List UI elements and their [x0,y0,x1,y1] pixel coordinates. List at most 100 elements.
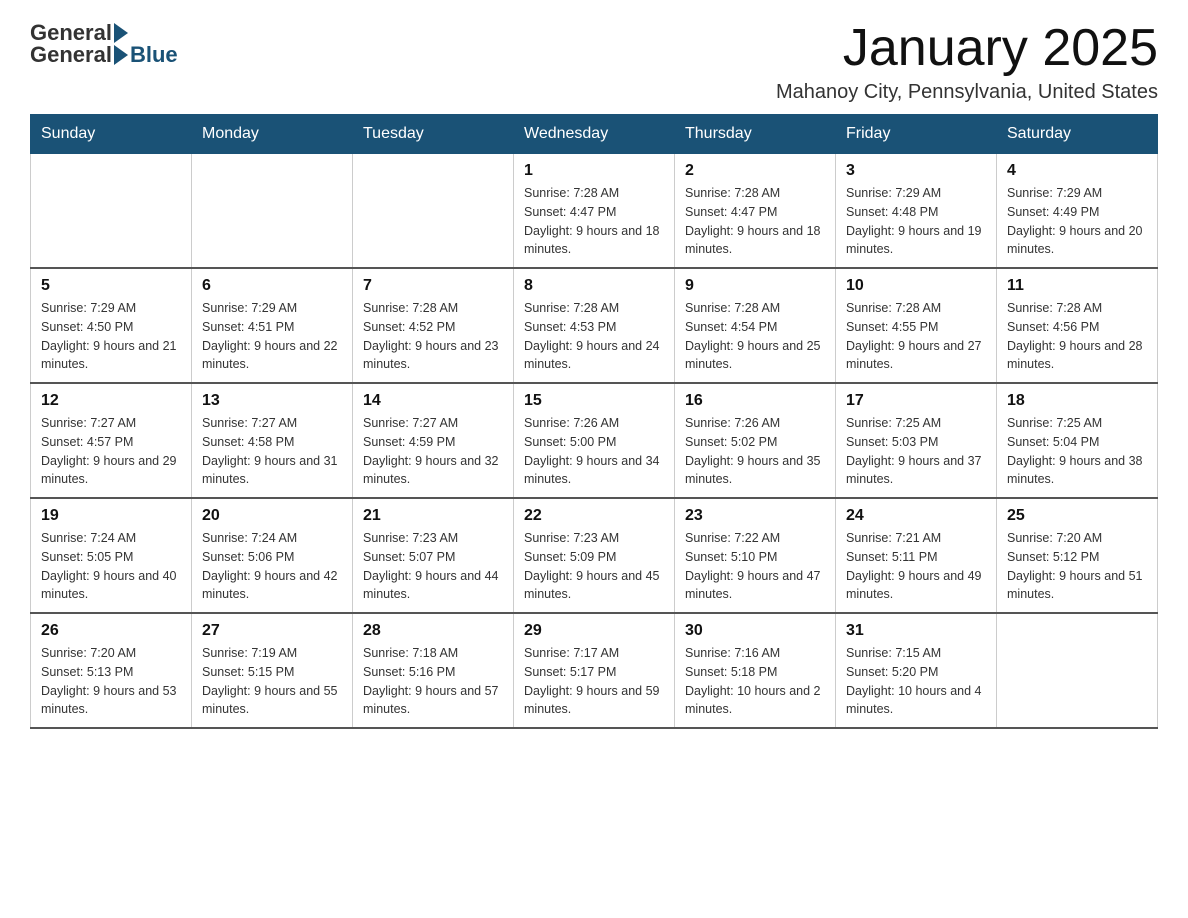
logo-blue-text: Blue [130,42,178,68]
day-info: Sunrise: 7:24 AM Sunset: 5:05 PM Dayligh… [41,529,181,604]
calendar-table: Sunday Monday Tuesday Wednesday Thursday… [30,114,1158,729]
day-info: Sunrise: 7:26 AM Sunset: 5:00 PM Dayligh… [524,414,664,489]
calendar-cell: 17 Sunrise: 7:25 AM Sunset: 5:03 PM Dayli… [836,383,997,498]
day-number: 1 [524,162,664,180]
day-number: 16 [685,392,825,410]
calendar-cell [353,154,514,269]
day-info: Sunrise: 7:28 AM Sunset: 4:47 PM Dayligh… [685,184,825,259]
calendar-cell: 9 Sunrise: 7:28 AM Sunset: 4:54 PM Daylig… [675,268,836,383]
day-number: 7 [363,277,503,295]
day-number: 4 [1007,162,1147,180]
day-info: Sunrise: 7:29 AM Sunset: 4:49 PM Dayligh… [1007,184,1147,259]
header-sunday: Sunday [31,115,192,154]
day-number: 28 [363,622,503,640]
calendar-week-0: 1 Sunrise: 7:28 AM Sunset: 4:47 PM Daylig… [31,154,1158,269]
location-title: Mahanoy City, Pennsylvania, United State… [776,81,1158,104]
day-info: Sunrise: 7:28 AM Sunset: 4:55 PM Dayligh… [846,299,986,374]
calendar-cell: 11 Sunrise: 7:28 AM Sunset: 4:56 PM Dayli… [997,268,1158,383]
day-number: 22 [524,507,664,525]
day-info: Sunrise: 7:29 AM Sunset: 4:48 PM Dayligh… [846,184,986,259]
header-wednesday: Wednesday [514,115,675,154]
calendar-cell: 20Sunrise: 7:24 AM Sunset: 5:06 PM Dayli… [192,498,353,613]
day-number: 9 [685,277,825,295]
day-info: Sunrise: 7:19 AM Sunset: 5:15 PM Dayligh… [202,644,342,719]
day-info: Sunrise: 7:18 AM Sunset: 5:16 PM Dayligh… [363,644,503,719]
day-number: 8 [524,277,664,295]
day-number: 29 [524,622,664,640]
day-info: Sunrise: 7:23 AM Sunset: 5:07 PM Dayligh… [363,529,503,604]
calendar-cell: 23 Sunrise: 7:22 AM Sunset: 5:10 PM Dayli… [675,498,836,613]
calendar-cell [997,613,1158,728]
header-saturday: Saturday [997,115,1158,154]
header-monday: Monday [192,115,353,154]
day-info: Sunrise: 7:16 AM Sunset: 5:18 PM Dayligh… [685,644,825,719]
logo-arrow-icon2 [114,45,128,65]
calendar-cell: 7 Sunrise: 7:28 AM Sunset: 4:52 PM Daylig… [353,268,514,383]
page-header: General General Blue January 2025 Mahano… [30,20,1158,104]
calendar-cell: 13 Sunrise: 7:27 AM Sunset: 4:58 PM Dayli… [192,383,353,498]
day-number: 10 [846,277,986,295]
header-tuesday: Tuesday [353,115,514,154]
calendar-cell: 22 Sunrise: 7:23 AM Sunset: 5:09 PM Dayli… [514,498,675,613]
calendar-cell: 18 Sunrise: 7:25 AM Sunset: 5:04 PM Dayli… [997,383,1158,498]
day-info: Sunrise: 7:17 AM Sunset: 5:17 PM Dayligh… [524,644,664,719]
day-info: Sunrise: 7:28 AM Sunset: 4:53 PM Dayligh… [524,299,664,374]
day-info: Sunrise: 7:20 AM Sunset: 5:12 PM Dayligh… [1007,529,1147,604]
logo-area: General General Blue [30,20,178,68]
calendar-cell: 21Sunrise: 7:23 AM Sunset: 5:07 PM Dayli… [353,498,514,613]
day-info: Sunrise: 7:15 AM Sunset: 5:20 PM Dayligh… [846,644,986,719]
calendar-body: 1 Sunrise: 7:28 AM Sunset: 4:47 PM Daylig… [31,154,1158,729]
day-number: 17 [846,392,986,410]
calendar-cell: 4 Sunrise: 7:29 AM Sunset: 4:49 PM Daylig… [997,154,1158,269]
header-row: Sunday Monday Tuesday Wednesday Thursday… [31,115,1158,154]
day-info: Sunrise: 7:25 AM Sunset: 5:04 PM Dayligh… [1007,414,1147,489]
header-friday: Friday [836,115,997,154]
day-info: Sunrise: 7:27 AM Sunset: 4:58 PM Dayligh… [202,414,342,489]
calendar-cell: 31Sunrise: 7:15 AM Sunset: 5:20 PM Dayli… [836,613,997,728]
day-info: Sunrise: 7:21 AM Sunset: 5:11 PM Dayligh… [846,529,986,604]
calendar-cell: 10 Sunrise: 7:28 AM Sunset: 4:55 PM Dayli… [836,268,997,383]
day-number: 14 [363,392,503,410]
day-number: 20 [202,507,342,525]
header-thursday: Thursday [675,115,836,154]
day-number: 11 [1007,277,1147,295]
title-area: January 2025 Mahanoy City, Pennsylvania,… [776,20,1158,104]
day-number: 24 [846,507,986,525]
day-info: Sunrise: 7:22 AM Sunset: 5:10 PM Dayligh… [685,529,825,604]
day-info: Sunrise: 7:26 AM Sunset: 5:02 PM Dayligh… [685,414,825,489]
calendar-cell: 26 Sunrise: 7:20 AM Sunset: 5:13 PM Dayli… [31,613,192,728]
calendar-cell: 30Sunrise: 7:16 AM Sunset: 5:18 PM Dayli… [675,613,836,728]
calendar-cell: 25 Sunrise: 7:20 AM Sunset: 5:12 PM Dayli… [997,498,1158,613]
calendar-cell: 16 Sunrise: 7:26 AM Sunset: 5:02 PM Dayli… [675,383,836,498]
logo-arrow-icon [114,23,128,43]
calendar-cell: 5Sunrise: 7:29 AM Sunset: 4:50 PM Daylig… [31,268,192,383]
calendar-cell: 8 Sunrise: 7:28 AM Sunset: 4:53 PM Daylig… [514,268,675,383]
day-number: 25 [1007,507,1147,525]
day-info: Sunrise: 7:28 AM Sunset: 4:52 PM Dayligh… [363,299,503,374]
calendar-week-3: 19 Sunrise: 7:24 AM Sunset: 5:05 PM Dayli… [31,498,1158,613]
day-number: 3 [846,162,986,180]
calendar-cell: 15Sunrise: 7:26 AM Sunset: 5:00 PM Dayli… [514,383,675,498]
calendar-cell: 3 Sunrise: 7:29 AM Sunset: 4:48 PM Daylig… [836,154,997,269]
day-number: 18 [1007,392,1147,410]
logo-general-text2: General [30,42,112,68]
day-info: Sunrise: 7:25 AM Sunset: 5:03 PM Dayligh… [846,414,986,489]
calendar-week-1: 5Sunrise: 7:29 AM Sunset: 4:50 PM Daylig… [31,268,1158,383]
calendar-cell: 27 Sunrise: 7:19 AM Sunset: 5:15 PM Dayli… [192,613,353,728]
day-info: Sunrise: 7:20 AM Sunset: 5:13 PM Dayligh… [41,644,181,719]
calendar-cell: 14Sunrise: 7:27 AM Sunset: 4:59 PM Dayli… [353,383,514,498]
day-number: 26 [41,622,181,640]
calendar-week-4: 26 Sunrise: 7:20 AM Sunset: 5:13 PM Dayli… [31,613,1158,728]
day-number: 19 [41,507,181,525]
day-info: Sunrise: 7:28 AM Sunset: 4:47 PM Dayligh… [524,184,664,259]
calendar-cell: 12Sunrise: 7:27 AM Sunset: 4:57 PM Dayli… [31,383,192,498]
day-info: Sunrise: 7:28 AM Sunset: 4:54 PM Dayligh… [685,299,825,374]
day-number: 13 [202,392,342,410]
day-info: Sunrise: 7:23 AM Sunset: 5:09 PM Dayligh… [524,529,664,604]
day-info: Sunrise: 7:28 AM Sunset: 4:56 PM Dayligh… [1007,299,1147,374]
day-number: 23 [685,507,825,525]
calendar-week-2: 12Sunrise: 7:27 AM Sunset: 4:57 PM Dayli… [31,383,1158,498]
day-number: 12 [41,392,181,410]
day-number: 2 [685,162,825,180]
day-number: 27 [202,622,342,640]
